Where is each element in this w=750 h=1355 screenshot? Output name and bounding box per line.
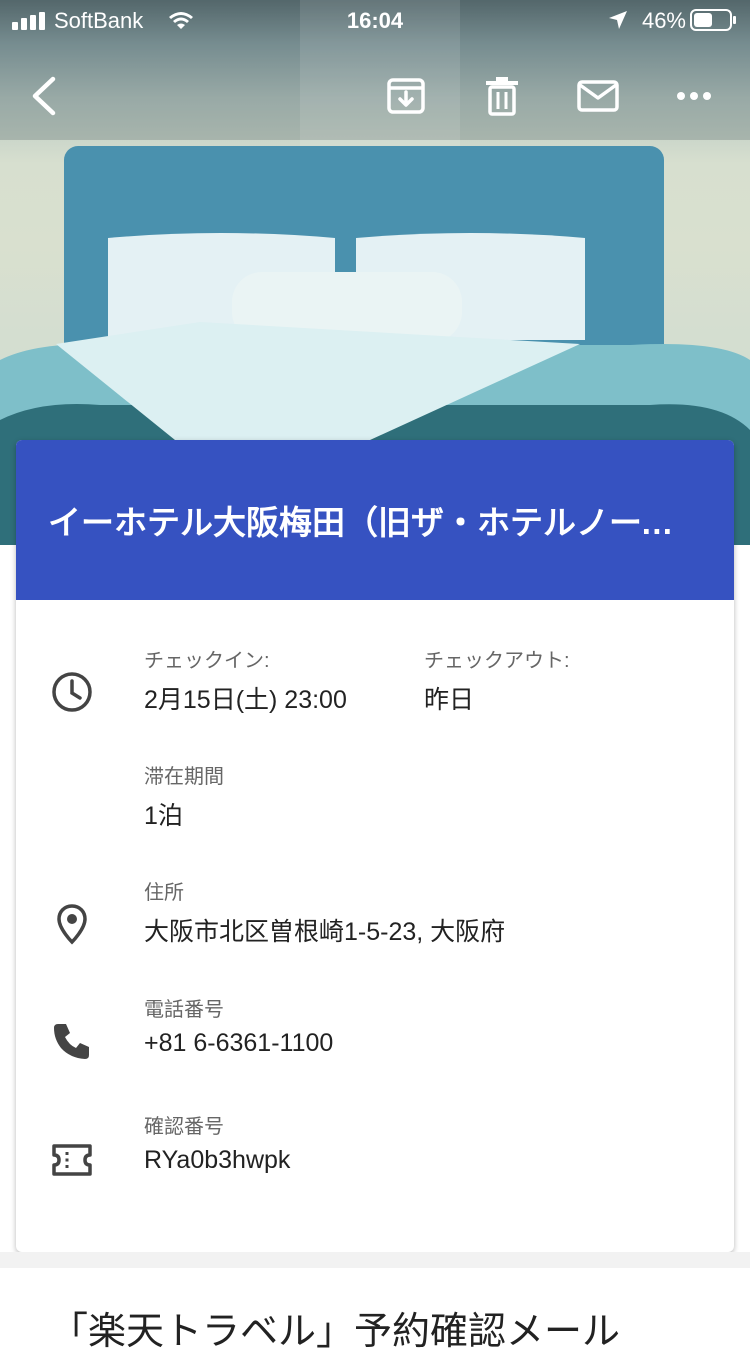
location-pin-icon (57, 904, 87, 945)
checkout-label: チェックアウト: (424, 650, 570, 672)
checkout-value: 昨日 (424, 686, 475, 714)
email-toolbar (0, 62, 750, 132)
phone-label: 電話番号 (144, 999, 224, 1021)
chevron-left-icon (32, 76, 56, 116)
email-subject-area: 「楽天トラベル」予約確認メール (0, 1268, 750, 1353)
more-horizontal-icon (677, 92, 711, 100)
back-button[interactable] (14, 66, 74, 126)
address-value: 大阪市北区曽根崎1-5-23, 大阪府 (144, 918, 506, 946)
card-separator (0, 1252, 750, 1268)
trash-icon (486, 77, 518, 116)
email-subject: 「楽天トラベル」予約確認メール (50, 1311, 621, 1353)
mail-icon (577, 80, 619, 112)
archive-button[interactable] (376, 66, 436, 126)
stay-length-row: 滞在期間 1泊 (16, 716, 734, 832)
checkin-checkout-row: チェックイン: 2月15日(土) 23:00 チェックアウト: 昨日 (16, 600, 734, 716)
status-bar: SoftBank 16:04 46% (0, 0, 750, 40)
more-button[interactable] (664, 66, 724, 126)
battery-icon (690, 9, 736, 31)
hotel-reservation-card: イーホテル大阪梅田（旧ザ・ホテルノース… チェックイン: 2月15日(土) 23… (16, 440, 734, 1252)
address-row[interactable]: 住所 大阪市北区曽根崎1-5-23, 大阪府 (16, 832, 734, 949)
delete-button[interactable] (472, 66, 532, 126)
archive-icon (387, 78, 425, 114)
stay-label: 滞在期間 (144, 766, 224, 788)
phone-value: +81 6-6361-1100 (144, 1029, 334, 1057)
battery-percent: 46% (641, 8, 686, 33)
clock: 16:04 (346, 8, 404, 33)
stay-value: 1泊 (144, 802, 183, 830)
mark-unread-button[interactable] (568, 66, 628, 126)
ticket-icon (52, 1144, 92, 1176)
address-label: 住所 (144, 882, 184, 904)
hotel-name: イーホテル大阪梅田（旧ザ・ホテルノース… (48, 504, 698, 541)
confirmation-label: 確認番号 (144, 1116, 224, 1138)
confirmation-row: 確認番号 RYa0b3hwpk (16, 1066, 734, 1183)
confirmation-value: RYa0b3hwpk (144, 1146, 291, 1174)
phone-icon (54, 1024, 89, 1059)
clock-icon (52, 672, 92, 712)
location-arrow-icon (609, 11, 627, 29)
checkin-value: 2月15日(土) 23:00 (144, 686, 347, 714)
checkin-label: チェックイン: (144, 650, 270, 672)
card-header[interactable]: イーホテル大阪梅田（旧ザ・ホテルノース… (16, 440, 734, 600)
phone-row[interactable]: 電話番号 +81 6-6361-1100 (16, 949, 734, 1066)
